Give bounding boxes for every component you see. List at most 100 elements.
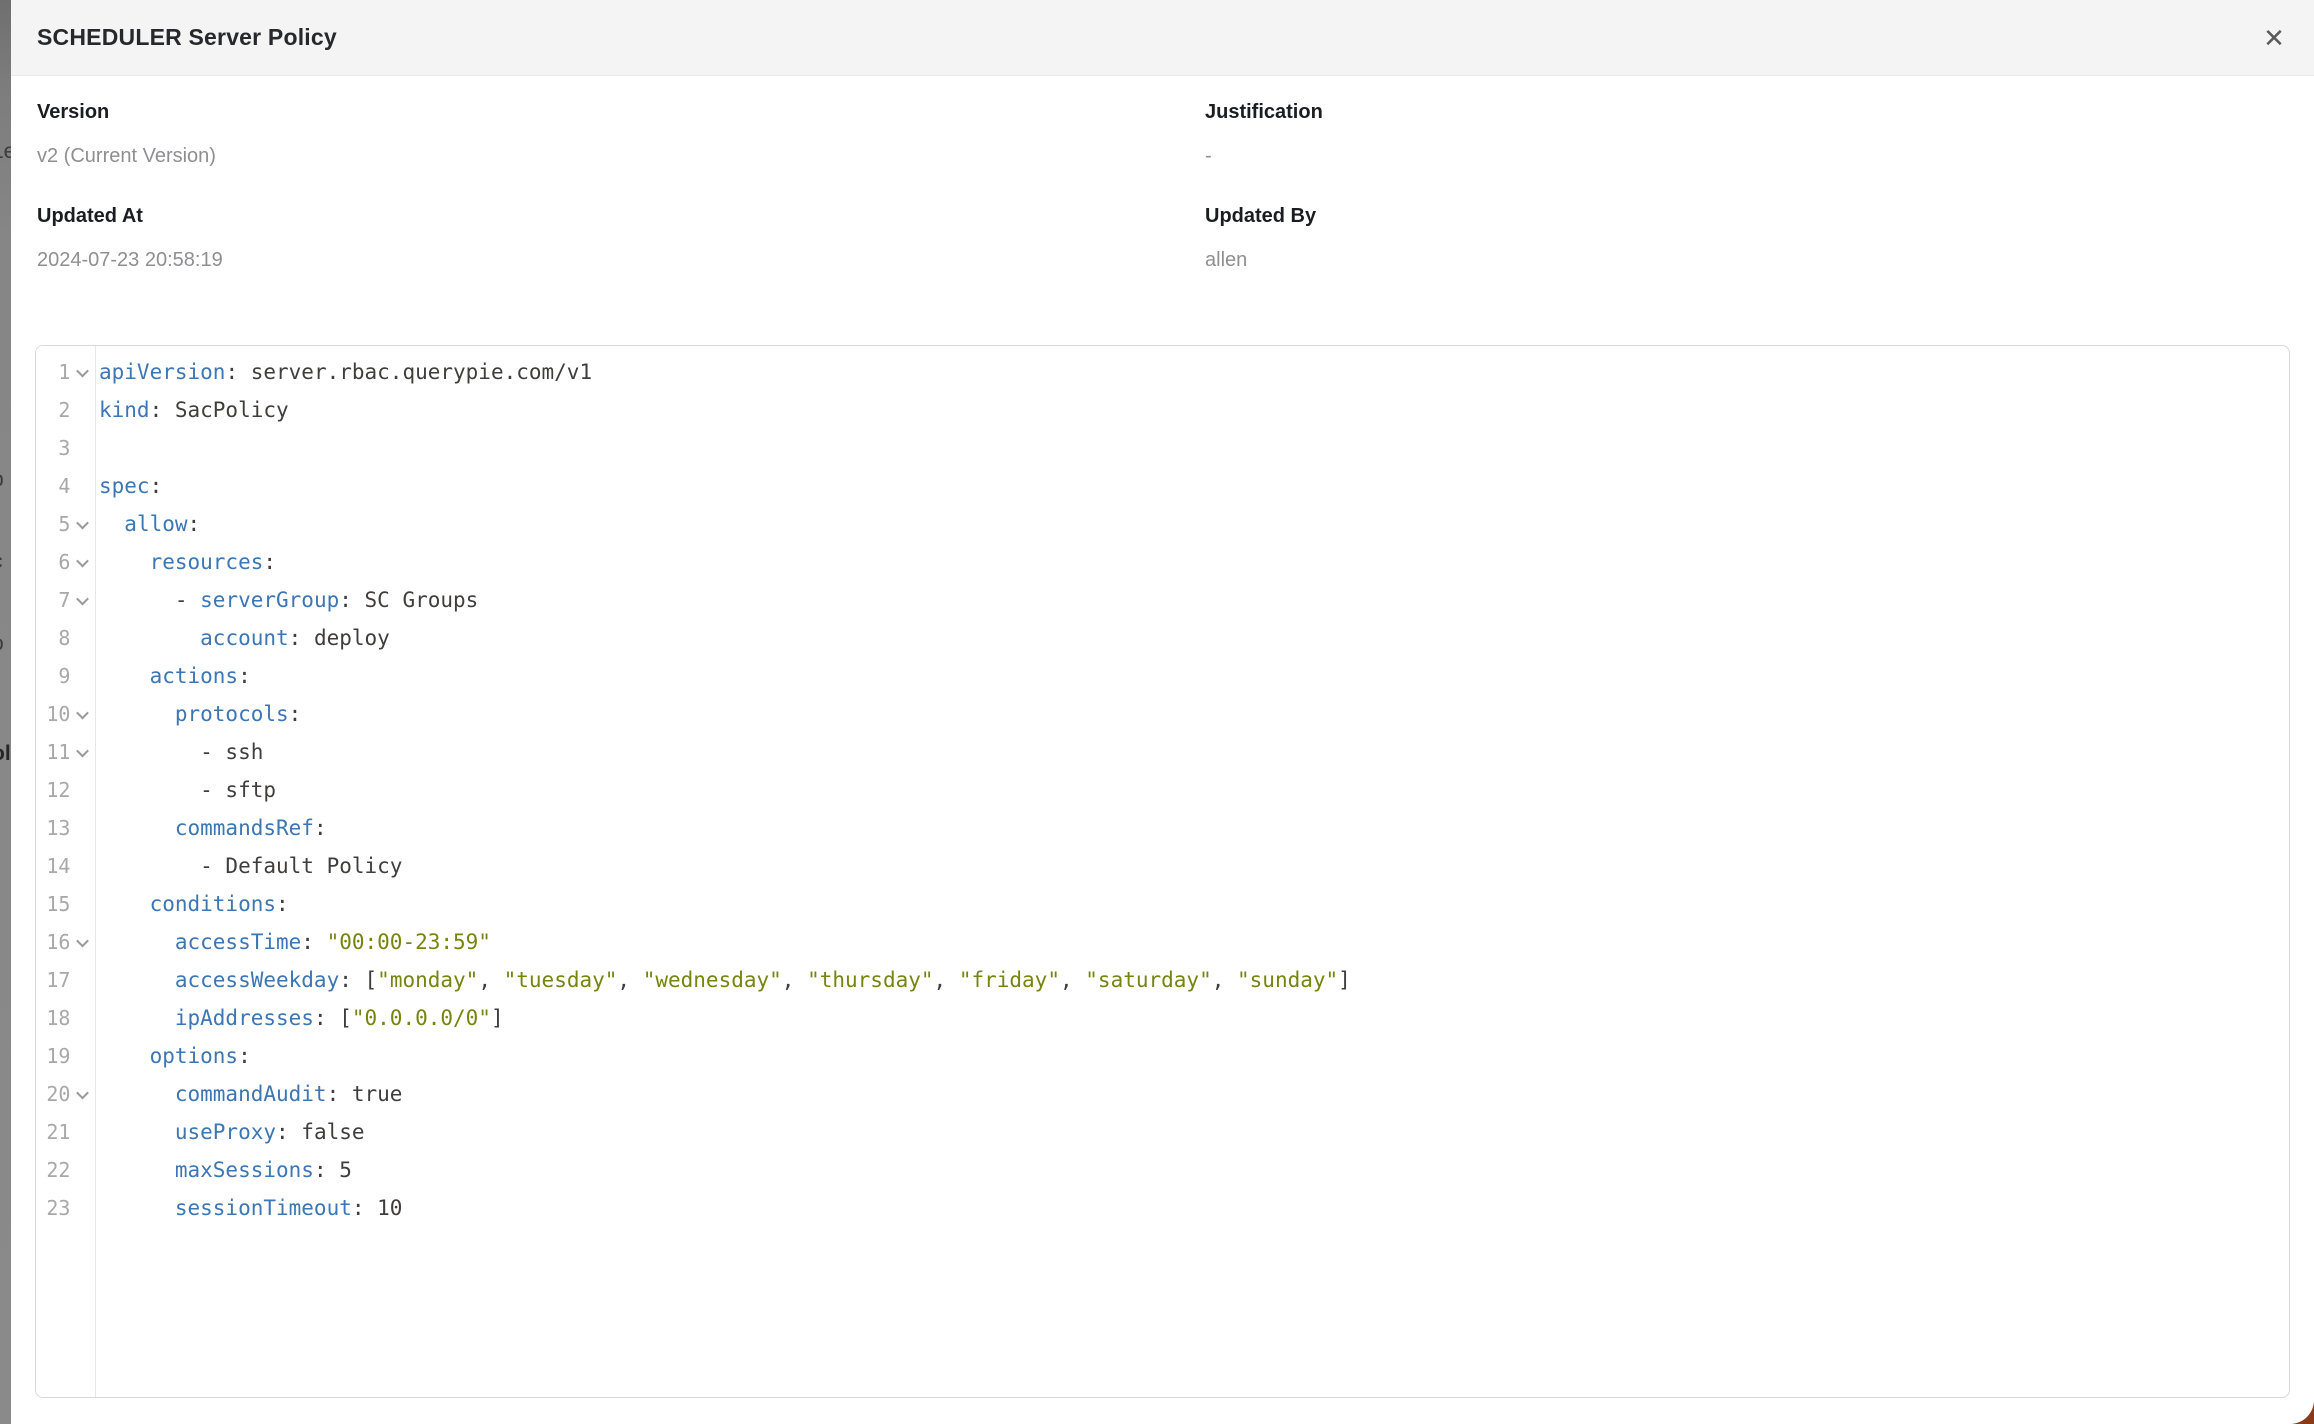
- line-number: 20: [36, 1075, 70, 1113]
- fold-slot-empty: [70, 1037, 95, 1075]
- fold-slot-empty: [70, 619, 95, 657]
- line-number: 4: [36, 467, 70, 505]
- code-line-6: resources:: [99, 543, 2289, 581]
- background-text-fragment: 1e: [0, 140, 11, 164]
- line-number: 10: [36, 695, 70, 733]
- fold-slot-empty: [70, 1189, 95, 1227]
- code-line-4: spec:: [99, 467, 2289, 505]
- code-line-15: conditions:: [99, 885, 2289, 923]
- gutter-row: 10: [36, 695, 95, 733]
- fold-slot-empty: [70, 657, 95, 695]
- dimmed-backdrop[interactable]: 1e p c o ol: [0, 0, 11, 1424]
- server-policy-modal: SCHEDULER Server Policy ✕ Version v2 (Cur…: [11, 0, 2314, 1424]
- line-number: 21: [36, 1113, 70, 1151]
- fold-slot-empty: [70, 429, 95, 467]
- gutter-row: 2: [36, 391, 95, 429]
- gutter-row: 17: [36, 961, 95, 999]
- gutter-row: 7: [36, 581, 95, 619]
- background-text-fragment: p: [0, 468, 4, 492]
- gutter-row: 14: [36, 847, 95, 885]
- line-number: 19: [36, 1037, 70, 1075]
- background-text-fragment: c: [0, 550, 3, 574]
- line-number: 16: [36, 923, 70, 961]
- yaml-code-editor[interactable]: 1234567891011121314151617181920212223 ap…: [35, 345, 2290, 1398]
- gutter-row: 15: [36, 885, 95, 923]
- field-label: Updated At: [37, 204, 1205, 228]
- fold-slot-empty: [70, 1113, 95, 1151]
- background-text-fragment: o: [0, 632, 4, 656]
- fold-chevron-down-icon[interactable]: [70, 505, 95, 543]
- line-number: 5: [36, 505, 70, 543]
- modal-header: SCHEDULER Server Policy: [11, 0, 2314, 76]
- field-value: 2024-07-23 20:58:19: [37, 248, 1205, 272]
- fold-chevron-down-icon[interactable]: [70, 695, 95, 733]
- fold-chevron-down-icon[interactable]: [70, 733, 95, 771]
- fold-slot-empty: [70, 885, 95, 923]
- line-number: 11: [36, 733, 70, 771]
- field-version: Version v2 (Current Version): [37, 100, 1205, 168]
- line-number: 2: [36, 391, 70, 429]
- line-number: 17: [36, 961, 70, 999]
- line-number: 18: [36, 999, 70, 1037]
- line-number: 15: [36, 885, 70, 923]
- field-value: v2 (Current Version): [37, 144, 1205, 168]
- gutter-row: 22: [36, 1151, 95, 1189]
- fold-slot-empty: [70, 847, 95, 885]
- gutter-row: 20: [36, 1075, 95, 1113]
- fold-chevron-down-icon[interactable]: [70, 581, 95, 619]
- metadata-fields: Version v2 (Current Version)Justification…: [37, 100, 2288, 272]
- fold-slot-empty: [70, 809, 95, 847]
- fold-slot-empty: [70, 391, 95, 429]
- gutter-row: 16: [36, 923, 95, 961]
- code-line-18: ipAddresses: ["0.0.0.0/0"]: [99, 999, 2289, 1037]
- code-line-19: options:: [99, 1037, 2289, 1075]
- gutter-row: 12: [36, 771, 95, 809]
- gutter-row: 23: [36, 1189, 95, 1227]
- fold-slot-empty: [70, 771, 95, 809]
- gutter-row: 5: [36, 505, 95, 543]
- gutter-row: 18: [36, 999, 95, 1037]
- line-number: 1: [36, 353, 70, 391]
- field-value: -: [1205, 144, 2288, 168]
- code-line-10: protocols:: [99, 695, 2289, 733]
- fold-chevron-down-icon[interactable]: [70, 353, 95, 391]
- gutter-row: 21: [36, 1113, 95, 1151]
- fold-slot-empty: [70, 1151, 95, 1189]
- gutter-row: 8: [36, 619, 95, 657]
- fold-slot-empty: [70, 467, 95, 505]
- close-button[interactable]: ✕: [2250, 14, 2298, 62]
- code-line-17: accessWeekday: ["monday", "tuesday", "we…: [99, 961, 2289, 999]
- code-line-8: account: deploy: [99, 619, 2289, 657]
- field-justification: Justification-: [1205, 100, 2288, 168]
- fold-chevron-down-icon[interactable]: [70, 923, 95, 961]
- fold-chevron-down-icon[interactable]: [70, 543, 95, 581]
- code-line-3: [99, 429, 2289, 467]
- gutter-row: 3: [36, 429, 95, 467]
- gutter-row: 1: [36, 353, 95, 391]
- code-line-12: - sftp: [99, 771, 2289, 809]
- code-line-13: commandsRef:: [99, 809, 2289, 847]
- fold-chevron-down-icon[interactable]: [70, 1075, 95, 1113]
- line-number: 14: [36, 847, 70, 885]
- code-line-11: - ssh: [99, 733, 2289, 771]
- editor-gutter: 1234567891011121314151617181920212223: [36, 346, 96, 1397]
- close-icon: ✕: [2263, 25, 2285, 51]
- fold-slot-empty: [70, 961, 95, 999]
- code-line-23: sessionTimeout: 10: [99, 1189, 2289, 1227]
- field-label: Version: [37, 100, 1205, 124]
- line-number: 7: [36, 581, 70, 619]
- gutter-row: 11: [36, 733, 95, 771]
- gutter-row: 9: [36, 657, 95, 695]
- field-value: allen: [1205, 248, 2288, 272]
- editor-code-area: apiVersion: server.rbac.querypie.com/v1k…: [99, 346, 2289, 1397]
- code-line-7: - serverGroup: SC Groups: [99, 581, 2289, 619]
- background-text-fragment: ol: [0, 742, 11, 766]
- code-line-20: commandAudit: true: [99, 1075, 2289, 1113]
- gutter-row: 19: [36, 1037, 95, 1075]
- field-updated-at: Updated At 2024-07-23 20:58:19: [37, 204, 1205, 272]
- line-number: 6: [36, 543, 70, 581]
- line-number: 12: [36, 771, 70, 809]
- field-label: Updated By: [1205, 204, 2288, 228]
- gutter-row: 13: [36, 809, 95, 847]
- fold-slot-empty: [70, 999, 95, 1037]
